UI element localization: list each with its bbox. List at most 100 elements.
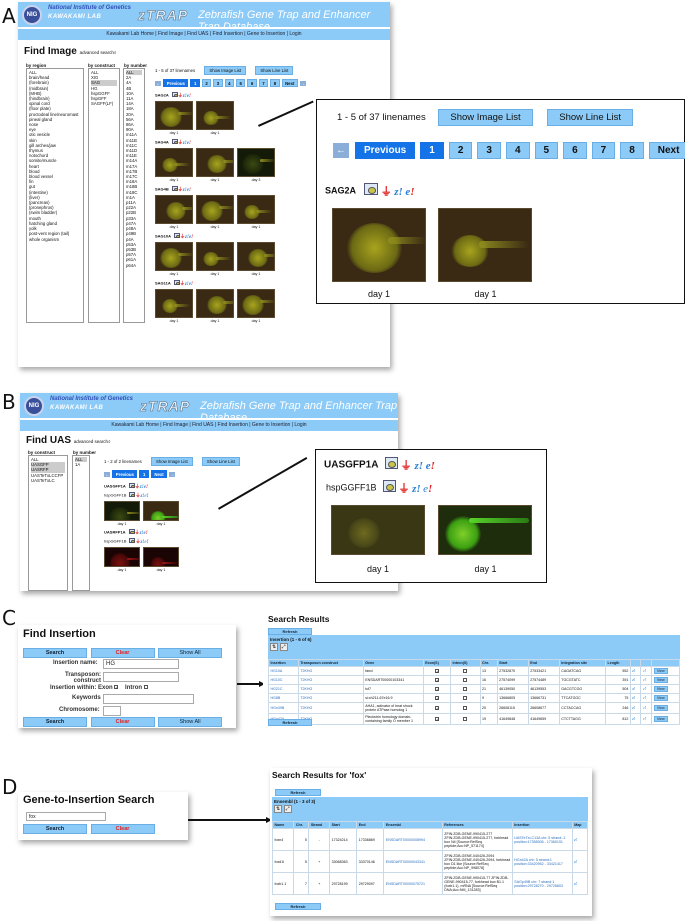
microscope-icon[interactable]: ⏚ bbox=[399, 480, 410, 496]
intron-checkbox[interactable] bbox=[463, 705, 468, 710]
embryo-image[interactable] bbox=[196, 242, 234, 271]
references-text[interactable]: ZFIN:ZDB-GENE-040426-2094 ZFIN:ZDB-GENE-… bbox=[444, 854, 510, 870]
insertion-link[interactable]: HG10C bbox=[271, 678, 283, 682]
column-header[interactable]: Exon(S) bbox=[422, 659, 452, 667]
magnifier-icon[interactable]: ⌕ bbox=[114, 50, 117, 55]
embryo-image[interactable] bbox=[155, 289, 193, 318]
ensembl-link-icon[interactable]: e! bbox=[643, 678, 646, 682]
insertion-link[interactable]: UASTeTxLC13A chr: 5 strand:-1 position:1… bbox=[514, 836, 565, 844]
view-button[interactable]: View bbox=[653, 695, 668, 701]
references-text[interactable]: ZFIN:ZDB-GENE-990415-277 ZFIN:ZDB-GENE-9… bbox=[444, 832, 508, 848]
view-button[interactable]: View bbox=[653, 705, 668, 711]
zfin-link-icon[interactable]: z! bbox=[412, 483, 421, 495]
embryo-image[interactable] bbox=[143, 547, 179, 567]
page-button[interactable]: 2 bbox=[448, 142, 473, 159]
column-header[interactable]: Insertion bbox=[511, 821, 573, 829]
advanced-search-link[interactable]: advanced search bbox=[74, 439, 108, 444]
advanced-search-link[interactable]: advanced search bbox=[80, 50, 114, 55]
column-header[interactable]: Name bbox=[271, 821, 295, 829]
construct-listbox[interactable]: ALL XIG SAG HG hspGGFF hspGFF SAGFF(LF) bbox=[88, 68, 120, 323]
zfin-link-icon[interactable]: z! bbox=[632, 717, 635, 721]
map-link-icon[interactable]: z! bbox=[574, 838, 577, 842]
construct-link[interactable]: T2KHG bbox=[300, 706, 312, 710]
zfin-link-icon[interactable]: z! bbox=[414, 460, 423, 472]
column-header[interactable]: Ensembl bbox=[383, 821, 443, 829]
ensembl-link-icon[interactable]: e! bbox=[643, 706, 646, 710]
line-name[interactable]: UASRFP1A bbox=[104, 530, 126, 535]
embryo-image[interactable] bbox=[155, 195, 193, 224]
driver-name[interactable]: hspGGFF1B bbox=[104, 539, 126, 544]
fish-image-icon[interactable] bbox=[128, 529, 135, 535]
column-header[interactable]: Chr. bbox=[479, 659, 498, 667]
column-header[interactable]: Strand bbox=[308, 821, 331, 829]
list-option[interactable]: UASTeTxLC bbox=[31, 478, 65, 483]
ensembl-link-icon[interactable]: e! bbox=[189, 282, 193, 287]
page-button[interactable]: 8 bbox=[620, 142, 644, 159]
ensembl-link-icon[interactable]: e! bbox=[187, 94, 191, 99]
zfin-link-icon[interactable]: z! bbox=[632, 669, 635, 673]
search-button[interactable]: Search bbox=[23, 824, 87, 834]
fish-image-icon[interactable] bbox=[129, 538, 136, 544]
ensembl-link-icon[interactable]: e! bbox=[643, 696, 646, 700]
column-header[interactable]: Insertion bbox=[268, 659, 299, 667]
page-button[interactable]: 4 bbox=[505, 142, 530, 159]
construct-link[interactable]: T2KHG bbox=[300, 678, 312, 682]
embryo-image[interactable] bbox=[332, 208, 426, 282]
line-name[interactable]: SAG11A bbox=[155, 281, 171, 286]
column-header[interactable]: Integration site bbox=[558, 659, 607, 667]
show-line-list-button[interactable]: Show Line List bbox=[201, 457, 240, 466]
list-option[interactable]: 1A bbox=[75, 462, 87, 467]
construct-listbox[interactable]: ALL UASGFP UASRFP UASTeTxLCCFP UASTeTxLC bbox=[28, 455, 68, 591]
embryo-image[interactable] bbox=[104, 547, 140, 567]
prev-arrow-icon[interactable]: ← bbox=[155, 80, 162, 86]
nav-bar[interactable]: Kawakami Lab Home | Find Image | Find UA… bbox=[20, 420, 398, 431]
page-button[interactable]: 8 bbox=[270, 79, 280, 87]
transposon-construct-input[interactable] bbox=[103, 672, 179, 682]
list-option[interactable]: SAGFF(LF) bbox=[91, 101, 117, 106]
chromosome-input[interactable] bbox=[103, 706, 121, 716]
intron-checkbox[interactable] bbox=[463, 695, 468, 700]
intron-checkbox[interactable] bbox=[463, 716, 468, 721]
nig-logo-icon[interactable]: NIG bbox=[24, 396, 44, 416]
microscope-icon[interactable]: ⏚ bbox=[401, 457, 412, 473]
refresh-button[interactable]: Refresh bbox=[268, 628, 312, 635]
line-name[interactable]: SAG4A bbox=[155, 140, 169, 145]
fish-image-icon[interactable] bbox=[384, 457, 398, 469]
refresh-button[interactable]: Refresh bbox=[275, 903, 321, 910]
show-image-list-button[interactable]: Show Image List bbox=[204, 66, 247, 75]
column-header[interactable] bbox=[629, 659, 642, 667]
page-button[interactable]: 7 bbox=[258, 79, 269, 87]
ensembl-link-icon[interactable]: e! bbox=[189, 235, 193, 240]
page-button[interactable]: 3 bbox=[477, 142, 501, 159]
zoom-show-line-list-button[interactable]: Show Line List bbox=[547, 109, 634, 126]
column-header[interactable]: Gene bbox=[362, 659, 424, 667]
references-text[interactable]: ZFIN:ZDB-GENE-990415-77 ZFIN:ZDB-GENE-99… bbox=[444, 876, 508, 892]
column-header[interactable]: Length bbox=[605, 659, 631, 667]
refresh-button[interactable]: Refresh bbox=[268, 719, 312, 726]
exon-checkbox[interactable]: ✓ bbox=[434, 716, 439, 721]
fish-image-icon[interactable] bbox=[129, 492, 136, 498]
line-name[interactable]: SAG10A bbox=[155, 234, 171, 239]
column-header[interactable]: Transposon construct bbox=[297, 659, 364, 667]
nav-bar[interactable]: Kawakami Lab Home | Find Image | Find UA… bbox=[18, 29, 390, 40]
list-option[interactable]: p64A bbox=[126, 263, 142, 268]
page-button[interactable]: 1 bbox=[190, 79, 200, 87]
exon-checkbox[interactable]: ✓ bbox=[434, 686, 439, 691]
next-button[interactable]: Next bbox=[648, 142, 685, 159]
sort-icon[interactable]: ⇅ bbox=[270, 643, 279, 651]
embryo-image[interactable] bbox=[237, 289, 275, 318]
embryo-image[interactable] bbox=[196, 148, 234, 177]
page-button[interactable]: 5 bbox=[236, 79, 246, 87]
embryo-image[interactable] bbox=[237, 148, 275, 177]
embryo-image[interactable] bbox=[104, 501, 140, 521]
list-option[interactable]: whole organism bbox=[29, 237, 81, 242]
fish-image-icon[interactable] bbox=[174, 233, 181, 239]
view-button[interactable]: View bbox=[653, 716, 668, 722]
view-button[interactable]: View bbox=[653, 677, 668, 683]
region-listbox[interactable]: ALL brain/head (forebrain) (midbrain) (MHB)(… bbox=[26, 68, 84, 323]
fish-image-icon[interactable] bbox=[171, 186, 178, 192]
exon-checkbox[interactable]: ✓ bbox=[434, 705, 439, 710]
fish-image-icon[interactable] bbox=[171, 92, 178, 98]
clear-button[interactable]: Clear bbox=[90, 717, 155, 727]
next-button[interactable]: Next bbox=[281, 79, 298, 87]
